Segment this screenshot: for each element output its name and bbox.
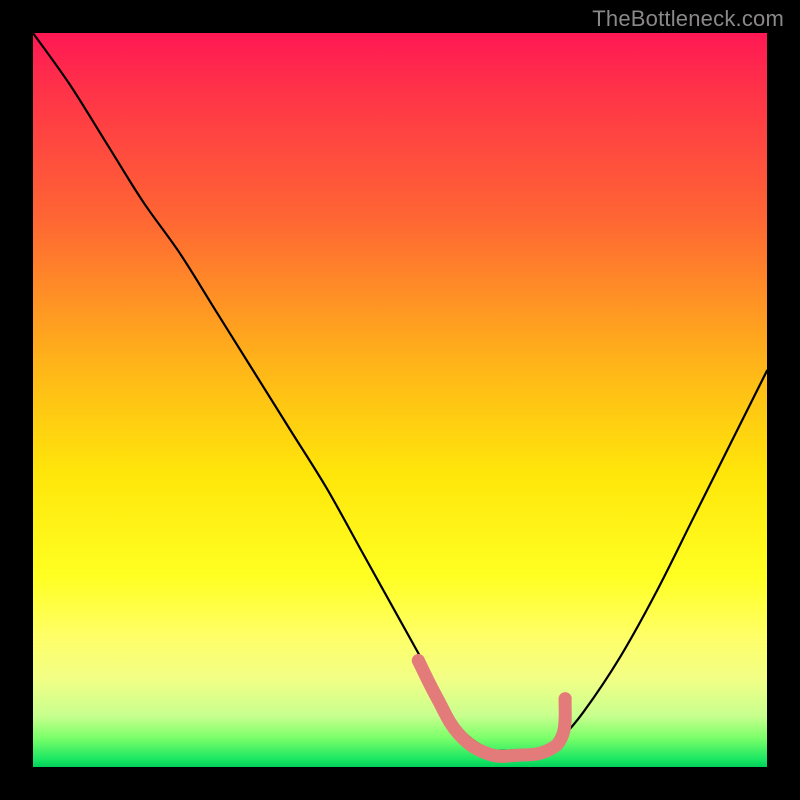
- chart-plot-area: [33, 33, 767, 767]
- watermark-text: TheBottleneck.com: [592, 6, 784, 32]
- highlight-endpoint-left: [412, 654, 425, 667]
- bottleneck-curve: [33, 33, 767, 751]
- chart-frame: TheBottleneck.com: [0, 0, 800, 800]
- highlight-endpoint-right: [559, 692, 572, 705]
- highlight-band: [418, 661, 565, 757]
- chart-svg: [33, 33, 767, 767]
